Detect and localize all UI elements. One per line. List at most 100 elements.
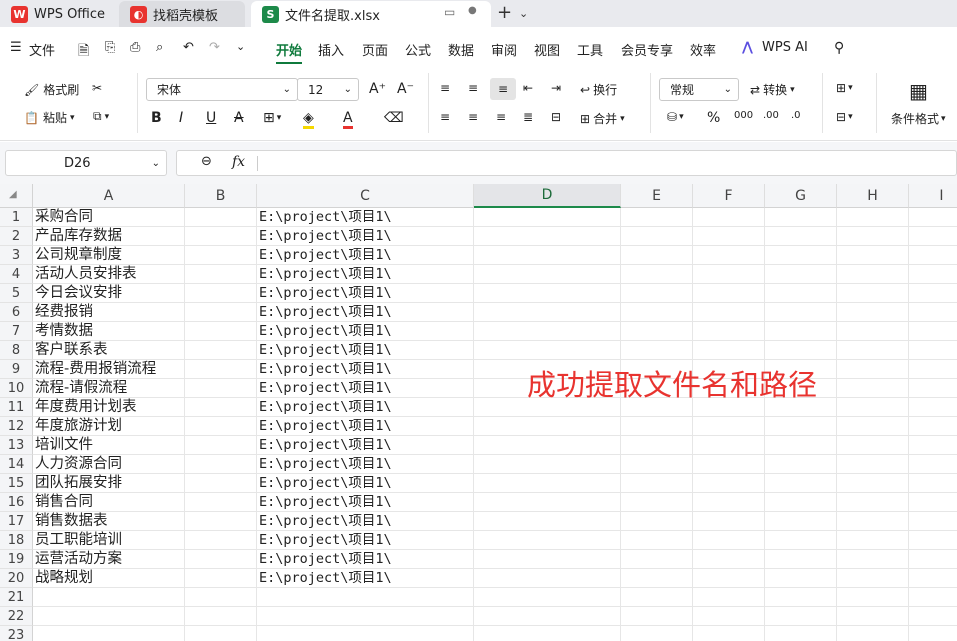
column-header-g[interactable]: G bbox=[765, 184, 837, 208]
cell[interactable] bbox=[621, 341, 693, 360]
cell[interactable] bbox=[621, 531, 693, 550]
cell[interactable] bbox=[837, 436, 909, 455]
cell[interactable] bbox=[185, 341, 257, 360]
cell[interactable] bbox=[909, 550, 957, 569]
cell[interactable] bbox=[837, 626, 909, 641]
column-header-f[interactable]: F bbox=[693, 184, 765, 208]
cell[interactable] bbox=[474, 417, 621, 436]
cell[interactable] bbox=[693, 607, 765, 626]
print-preview-icon[interactable]: ⌕ bbox=[156, 40, 163, 55]
cell[interactable] bbox=[621, 303, 693, 322]
strikethrough-icon[interactable]: A bbox=[234, 110, 244, 126]
cell[interactable] bbox=[257, 626, 474, 641]
menu-file[interactable]: 文件 bbox=[29, 40, 55, 59]
cell[interactable] bbox=[909, 455, 957, 474]
new-tab-icon[interactable]: + bbox=[497, 2, 512, 23]
row-header[interactable]: 2 bbox=[0, 227, 33, 246]
cell[interactable] bbox=[693, 493, 765, 512]
cell[interactable]: E:\project\项目1\ bbox=[257, 512, 474, 531]
cell[interactable] bbox=[474, 493, 621, 512]
format-painter-button[interactable]: 🖌 格式刷 bbox=[24, 81, 79, 98]
cell[interactable] bbox=[909, 303, 957, 322]
increase-indent-icon[interactable]: ⇥ bbox=[551, 81, 561, 95]
cell[interactable] bbox=[909, 322, 957, 341]
column-header-i[interactable]: I bbox=[909, 184, 957, 208]
cell[interactable] bbox=[621, 208, 693, 227]
distribute-icon[interactable]: ⊟ bbox=[551, 110, 561, 124]
cell[interactable]: 培训文件 bbox=[33, 436, 185, 455]
cell[interactable]: 流程-请假流程 bbox=[33, 379, 185, 398]
cell[interactable] bbox=[909, 227, 957, 246]
row-header[interactable]: 1 bbox=[0, 208, 33, 227]
cell[interactable] bbox=[765, 531, 837, 550]
percent-icon[interactable]: % bbox=[707, 110, 720, 126]
cell[interactable] bbox=[837, 493, 909, 512]
justify-icon[interactable]: ≣ bbox=[523, 110, 533, 124]
cell[interactable] bbox=[693, 550, 765, 569]
cell[interactable] bbox=[765, 284, 837, 303]
cell[interactable] bbox=[257, 588, 474, 607]
cell[interactable] bbox=[621, 417, 693, 436]
cell[interactable] bbox=[909, 626, 957, 641]
cell[interactable] bbox=[837, 588, 909, 607]
number-format-select[interactable]: 常规 ⌄ bbox=[659, 78, 739, 101]
cell[interactable] bbox=[693, 436, 765, 455]
cell[interactable] bbox=[837, 208, 909, 227]
cell[interactable] bbox=[474, 455, 621, 474]
cell[interactable] bbox=[474, 322, 621, 341]
zoom-icon[interactable]: ⊖ bbox=[201, 154, 212, 169]
cell[interactable]: E:\project\项目1\ bbox=[257, 379, 474, 398]
cell[interactable] bbox=[909, 379, 957, 398]
cell[interactable] bbox=[474, 588, 621, 607]
cell[interactable] bbox=[474, 284, 621, 303]
cell[interactable]: 员工职能培训 bbox=[33, 531, 185, 550]
column-header-e[interactable]: E bbox=[621, 184, 693, 208]
cell[interactable] bbox=[909, 493, 957, 512]
column-header-c[interactable]: C bbox=[257, 184, 474, 208]
cell[interactable] bbox=[185, 284, 257, 303]
cell[interactable] bbox=[765, 626, 837, 641]
row-header[interactable]: 12 bbox=[0, 417, 33, 436]
increase-decimal-icon[interactable]: .00 bbox=[763, 110, 779, 121]
cell[interactable] bbox=[765, 246, 837, 265]
cell[interactable] bbox=[185, 531, 257, 550]
cell[interactable] bbox=[474, 436, 621, 455]
cell[interactable] bbox=[693, 284, 765, 303]
cell[interactable]: E:\project\项目1\ bbox=[257, 398, 474, 417]
row-header[interactable]: 6 bbox=[0, 303, 33, 322]
fill-color-icon[interactable]: ◈ bbox=[303, 110, 314, 129]
cell[interactable] bbox=[765, 341, 837, 360]
copy-icon[interactable]: ⧉ ▾ bbox=[93, 109, 109, 124]
cell[interactable] bbox=[693, 455, 765, 474]
cell[interactable] bbox=[621, 455, 693, 474]
cell[interactable] bbox=[693, 246, 765, 265]
cell[interactable] bbox=[909, 284, 957, 303]
cell[interactable] bbox=[474, 246, 621, 265]
cell[interactable] bbox=[909, 474, 957, 493]
row-header[interactable]: 11 bbox=[0, 398, 33, 417]
cell[interactable] bbox=[185, 398, 257, 417]
row-header[interactable]: 3 bbox=[0, 246, 33, 265]
cell[interactable] bbox=[693, 227, 765, 246]
cell[interactable] bbox=[474, 227, 621, 246]
cell[interactable] bbox=[693, 569, 765, 588]
cell[interactable]: E:\project\项目1\ bbox=[257, 455, 474, 474]
cell[interactable] bbox=[185, 265, 257, 284]
spreadsheet-grid[interactable]: ◢ A B C D E F G H I 1 采购合同 E:\project\项目1\ 2 产品库存数据 E:… bbox=[0, 184, 957, 641]
row-header[interactable]: 15 bbox=[0, 474, 33, 493]
cell[interactable] bbox=[185, 417, 257, 436]
cell[interactable] bbox=[909, 265, 957, 284]
cell[interactable] bbox=[474, 607, 621, 626]
cell[interactable]: E:\project\项目1\ bbox=[257, 417, 474, 436]
conditional-format-button[interactable]: 条件格式 ▾ bbox=[891, 110, 946, 127]
cell[interactable]: 销售合同 bbox=[33, 493, 185, 512]
cell[interactable] bbox=[33, 588, 185, 607]
save-icon[interactable]: 🗎 bbox=[78, 40, 89, 64]
cell[interactable]: 人力资源合同 bbox=[33, 455, 185, 474]
cell[interactable] bbox=[909, 246, 957, 265]
cell[interactable] bbox=[33, 607, 185, 626]
cell[interactable]: E:\project\项目1\ bbox=[257, 227, 474, 246]
wrap-text-button[interactable]: ↩ 换行 bbox=[580, 81, 617, 98]
cell[interactable] bbox=[474, 550, 621, 569]
export-icon[interactable]: ⎘ bbox=[105, 40, 115, 55]
